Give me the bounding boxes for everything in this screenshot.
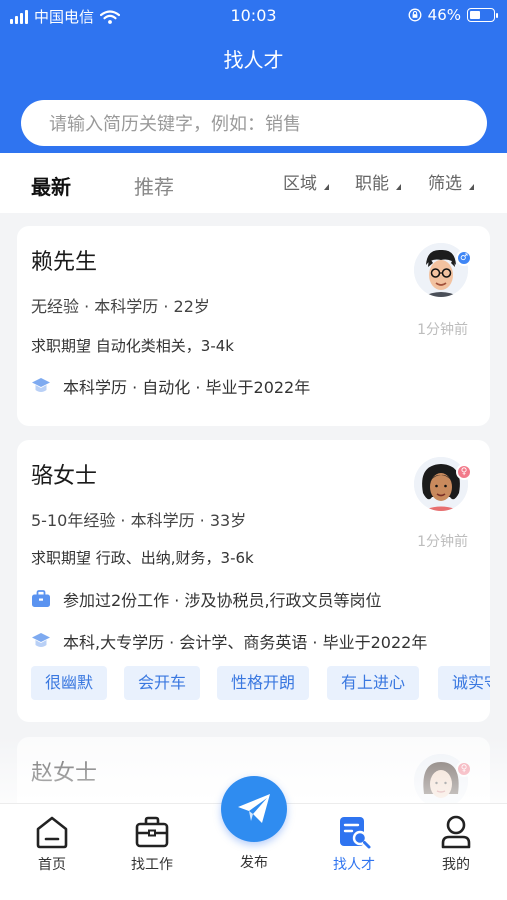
tag: 诚实守信 [438, 666, 490, 700]
publish-label: 发布 [240, 855, 268, 871]
candidate-card[interactable]: 赖先生 无经验 · 本科学历 · 22岁 求职期望 自动化类相关，3-4k 本科… [17, 226, 490, 426]
tab-find-talent[interactable]: 找人才 [309, 814, 399, 874]
candidate-summary: 无经验 · 本科学历 · 22岁 [31, 297, 210, 316]
tab-label: 找人才 [333, 857, 375, 873]
female-icon: ♀ [456, 464, 472, 480]
candidate-education-row: 本科学历 · 自动化 · 毕业于2022年 [31, 374, 431, 398]
tag: 很幽默 [31, 666, 108, 700]
filter-more[interactable]: 筛选 [428, 169, 462, 194]
filter-region[interactable]: 区域 [283, 169, 317, 194]
orientation-lock-icon [408, 8, 422, 22]
candidate-work: 参加过2份工作 · 涉及协税员,行政文员等岗位 [63, 591, 382, 610]
update-time: 1分钟前 [417, 534, 468, 550]
candidate-education: 本科,大专学历 · 会计学、商务英语 · 毕业于2022年 [63, 633, 428, 652]
tab-home[interactable]: 首页 [7, 814, 97, 874]
candidate-education: 本科学历 · 自动化 · 毕业于2022年 [63, 378, 311, 397]
tab-label: 找工作 [131, 857, 173, 873]
briefcase-icon [135, 816, 169, 848]
graduation-cap-icon [32, 378, 50, 392]
candidate-expectation: 求职期望 自动化类相关，3-4k [31, 337, 234, 355]
candidate-education-row: 本科,大专学历 · 会计学、商务英语 · 毕业于2022年 [31, 629, 487, 653]
status-bar: 中国电信 10:03 46% [0, 0, 507, 32]
briefcase-icon [32, 590, 50, 607]
publish-button[interactable] [221, 776, 287, 842]
update-time: 1分钟前 [417, 322, 468, 338]
tag: 会开车 [124, 666, 201, 700]
header: 中国电信 10:03 46% 找人才 请输入简历关键字，例如：销售 [0, 0, 507, 153]
tab-find-job[interactable]: 找工作 [107, 814, 197, 874]
paper-plane-icon [238, 794, 270, 823]
tab-recommend[interactable]: 推荐 [134, 171, 174, 200]
candidate-name: 骆女士 [31, 464, 98, 489]
caret-down-icon [396, 184, 401, 190]
caret-down-icon [324, 184, 329, 190]
tab-label: 首页 [38, 857, 66, 873]
candidate-work-row: 参加过2份工作 · 涉及协税员,行政文员等岗位 [31, 587, 481, 611]
candidate-summary: 5-10年经验 · 本科学历 · 33岁 [31, 511, 247, 530]
candidate-card[interactable]: 骆女士 5-10年经验 · 本科学历 · 33岁 求职期望 行政、出纳,财务，3… [17, 440, 490, 722]
male-icon: ♂ [456, 250, 472, 266]
talent-search-icon [340, 817, 371, 849]
battery-icon [467, 8, 498, 22]
tab-label: 我的 [442, 857, 470, 873]
home-icon [36, 816, 68, 849]
filter-function[interactable]: 职能 [355, 169, 389, 194]
tag: 性格开朗 [217, 666, 310, 700]
search-input[interactable]: 请输入简历关键字，例如：销售 [21, 100, 487, 146]
filter-bar: 最新 推荐 区域 职能 筛选 [0, 153, 507, 213]
candidate-expectation: 求职期望 行政、出纳,财务，3-6k [31, 549, 254, 567]
female-icon: ♀ [456, 761, 472, 777]
candidate-name: 赖先生 [31, 250, 98, 275]
graduation-cap-icon [32, 633, 50, 647]
tab-latest[interactable]: 最新 [31, 171, 71, 200]
battery-percent: 46% [427, 6, 461, 24]
candidate-name: 赵女士 [31, 761, 98, 786]
user-icon [441, 815, 471, 849]
caret-down-icon [469, 184, 474, 190]
tag-list: 很幽默 会开车 性格开朗 有上进心 诚实守信 [31, 666, 490, 700]
tag: 有上进心 [327, 666, 420, 700]
tab-mine[interactable]: 我的 [411, 814, 501, 874]
page-title: 找人才 [223, 48, 284, 72]
